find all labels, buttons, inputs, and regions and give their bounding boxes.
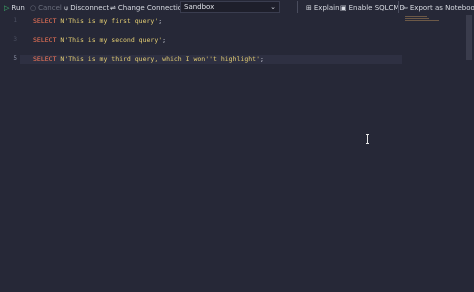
export-notebook-label: Export as Notebook — [409, 4, 474, 12]
chevron-down-icon: ⌄ — [270, 3, 276, 11]
sql-terminator: ; — [260, 55, 264, 63]
minimap-line — [405, 18, 429, 19]
cancel-label: Cancel — [38, 4, 62, 12]
code-line[interactable]: SELECT N'This is my first query'; — [33, 17, 162, 25]
vertical-scrollbar[interactable] — [466, 15, 472, 60]
change-connection-label: Change Connection — [117, 4, 187, 12]
explain-button[interactable]: ⊞ Explain — [306, 3, 340, 13]
sql-terminator: ; — [158, 17, 163, 25]
cancel-icon: ○ — [30, 4, 37, 12]
code-line[interactable]: SELECT N'This is my third query, which I… — [33, 55, 264, 63]
sql-string: N'This is my first query' — [60, 17, 159, 25]
run-label: Run — [11, 4, 25, 12]
enable-sqlcmd-button[interactable]: ▣ Enable SQLCMD — [340, 3, 405, 13]
sql-string: N'This is my second query' — [60, 36, 163, 44]
minimap-line — [405, 20, 439, 21]
database-select-value: Sandbox — [184, 3, 215, 11]
change-connection-button[interactable]: ⇌ Change Connection — [110, 3, 187, 13]
export-icon: ⇦ — [402, 4, 408, 12]
export-notebook-button[interactable]: ⇦ Export as Notebook — [402, 3, 474, 13]
database-select[interactable]: Sandbox ⌄ — [180, 1, 280, 13]
minimap-line — [405, 16, 427, 17]
sql-keyword: SELECT — [33, 36, 57, 44]
minimap[interactable] — [405, 16, 445, 26]
sql-terminator: ; — [162, 36, 167, 44]
enable-sqlcmd-label: Enable SQLCMD — [348, 4, 405, 12]
sql-string: N'This is my third query, which I won''t… — [60, 55, 260, 63]
cancel-button[interactable]: ○ Cancel — [30, 3, 62, 13]
line-number: 3 — [13, 36, 17, 43]
toolbar-divider — [297, 1, 298, 13]
sql-keyword: SELECT — [33, 55, 57, 63]
disconnect-label: Disconnect — [70, 4, 110, 12]
line-number: 1 — [13, 17, 17, 24]
disconnect-button[interactable]: ⍦ Disconnect — [64, 3, 109, 13]
disconnect-icon: ⍦ — [64, 4, 69, 12]
explain-label: Explain — [313, 4, 340, 12]
code-line[interactable]: SELECT N'This is my second query'; — [33, 36, 166, 44]
sql-keyword: SELECT — [33, 17, 57, 25]
toolbar-divider — [398, 1, 399, 13]
sqlcmd-icon: ▣ — [340, 4, 347, 12]
play-icon: ▷ — [4, 4, 10, 12]
line-number: 5 — [13, 55, 17, 62]
change-connection-icon: ⇌ — [110, 4, 116, 12]
explain-icon: ⊞ — [306, 4, 312, 12]
text-cursor-icon — [366, 134, 369, 144]
run-button[interactable]: ▷ Run — [4, 3, 25, 13]
query-editor[interactable]: 1 SELECT N'This is my first query'; 3 SE… — [0, 15, 474, 292]
query-toolbar: ▷ Run ○ Cancel ⍦ Disconnect ⇌ Change Connect… — [0, 0, 474, 15]
